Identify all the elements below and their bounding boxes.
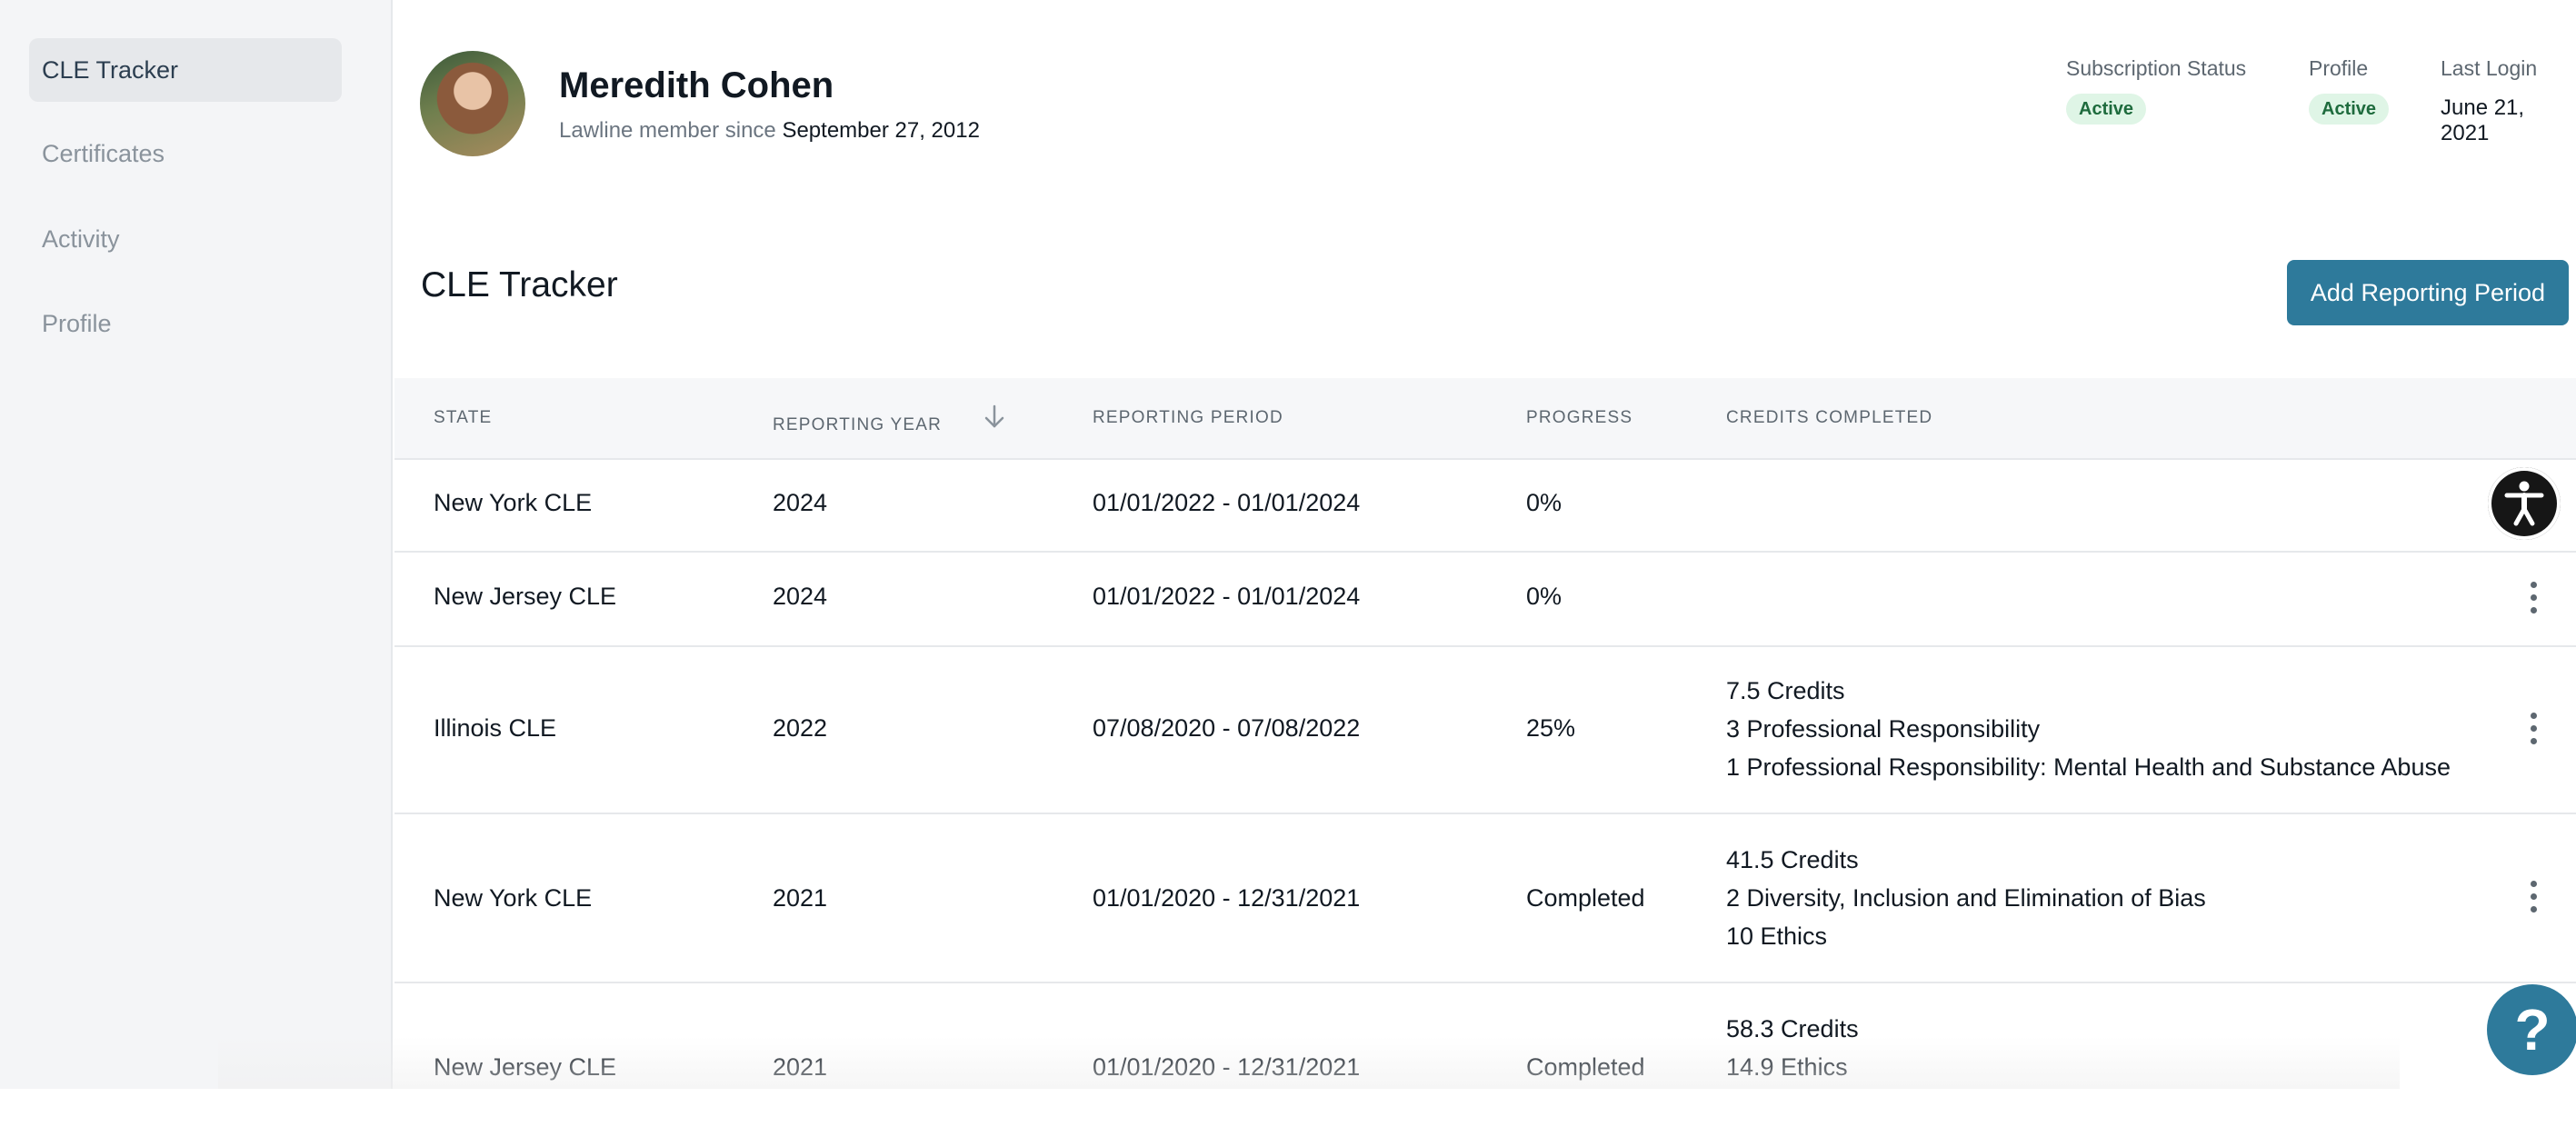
member-since-date: September 27, 2012 [782, 118, 980, 143]
row-menu-icon[interactable] [2522, 879, 2544, 915]
column-header-reporting-period[interactable]: REPORTING PERIOD [1093, 408, 1283, 428]
cell-reporting-period: 01/01/2022 - 01/01/2024 [1093, 583, 1361, 610]
last-login-label: Last Login [2441, 56, 2538, 80]
row-menu-icon[interactable] [2522, 580, 2544, 616]
add-reporting-period-button[interactable]: Add Reporting Period [2287, 260, 2569, 325]
sidebar: CLE Tracker Certificates Activity Profil… [0, 0, 393, 1089]
cell-reporting-year: 2024 [773, 489, 828, 516]
cell-state: New York CLE [434, 884, 593, 912]
help-question-mark: ? [2514, 997, 2551, 1062]
cell-reporting-year: 2024 [773, 583, 828, 610]
user-name: Meredith Cohen [559, 65, 834, 105]
cell-state: New Jersey CLE [434, 583, 617, 610]
subscription-status-badge: Active [2066, 94, 2147, 125]
accessibility-figure-icon [2504, 481, 2544, 526]
column-header-progress[interactable]: PROGRESS [1526, 408, 1632, 428]
subscription-status-label: Subscription Status [2066, 56, 2247, 80]
cell-progress: 25% [1526, 714, 1576, 742]
cell-reporting-year: 2021 [773, 884, 828, 912]
cell-state: New York CLE [434, 489, 593, 516]
sidebar-item-label: Profile [42, 309, 112, 337]
page-title: CLE Tracker [421, 265, 618, 304]
table-row[interactable] [394, 458, 2576, 553]
cell-credits-completed: 7.5 Credits 3 Professional Responsibilit… [1726, 672, 2451, 786]
cell-reporting-period: 01/01/2020 - 12/31/2021 [1093, 1053, 1361, 1081]
arrow-down-icon[interactable] [982, 404, 1007, 431]
member-since: Lawline member since September 27, 2012 [559, 118, 980, 144]
cell-progress: 0% [1526, 489, 1563, 516]
sidebar-item-profile[interactable]: Profile [29, 292, 342, 355]
cell-progress: Completed [1526, 1053, 1645, 1081]
cell-progress: 0% [1526, 583, 1563, 610]
row-menu-icon[interactable] [2522, 711, 2544, 747]
last-login-value: June 21, 2021 [2441, 95, 2525, 145]
sidebar-item-certificates[interactable]: Certificates [29, 122, 342, 185]
sidebar-item-label: Activity [42, 224, 120, 253]
cell-reporting-period: 01/01/2022 - 01/01/2024 [1093, 489, 1361, 516]
credits-line: 2 Diversity, Inclusion and Elimination o… [1726, 884, 2206, 912]
sidebar-item-label: Certificates [42, 139, 165, 167]
table-row[interactable] [394, 551, 2576, 647]
credits-line: 7.5 Credits [1726, 677, 1845, 704]
credits-line: 3 Professional Responsibility [1726, 715, 2041, 743]
help-icon[interactable]: ? [2487, 984, 2576, 1075]
cell-credits-completed: 58.3 Credits 14.9 Ethics [1726, 1010, 1859, 1086]
cell-credits-completed: 41.5 Credits 2 Diversity, Inclusion and … [1726, 841, 2206, 955]
profile-status-badge: Active [2309, 94, 2390, 125]
cell-state: Illinois CLE [434, 714, 557, 742]
credits-line: 41.5 Credits [1726, 846, 1859, 873]
cell-reporting-period: 07/08/2020 - 07/08/2022 [1093, 714, 1361, 742]
table-row[interactable] [394, 982, 2576, 1127]
cell-state: New Jersey CLE [434, 1053, 617, 1081]
sidebar-item-label: CLE Tracker [42, 55, 179, 84]
member-since-label: Lawline member since [559, 118, 776, 143]
column-header-state[interactable]: STATE [434, 408, 492, 428]
avatar [420, 51, 525, 156]
credits-line: 14.9 Ethics [1726, 1053, 1848, 1081]
credits-line: 1 Professional Responsibility: Mental He… [1726, 753, 2451, 781]
cell-reporting-period: 01/01/2020 - 12/31/2021 [1093, 884, 1361, 912]
column-header-credits-completed[interactable]: CREDITS COMPLETED [1726, 408, 1932, 428]
credits-line: 58.3 Credits [1726, 1015, 1859, 1042]
credits-line: 10 Ethics [1726, 923, 1828, 950]
column-header-reporting-year[interactable]: REPORTING YEAR [773, 415, 942, 435]
accessibility-icon[interactable] [2488, 467, 2561, 540]
table-header [394, 378, 2576, 460]
cell-progress: Completed [1526, 884, 1645, 912]
sidebar-item-activity[interactable]: Activity [29, 207, 342, 271]
cell-reporting-year: 2021 [773, 1053, 828, 1081]
sidebar-item-cle-tracker[interactable]: CLE Tracker [29, 38, 342, 102]
table-row[interactable] [394, 813, 2576, 983]
profile-status-label: Profile [2309, 56, 2369, 80]
cell-reporting-year: 2022 [773, 714, 828, 742]
